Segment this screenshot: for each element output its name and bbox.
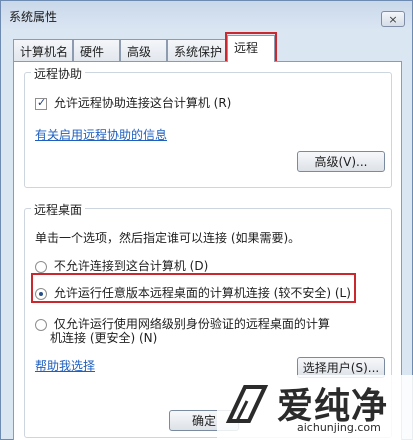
remote-assistance-group: 远程协助 允许远程协助连接这台计算机 (R) 有关启用远程协助的信息 高级(V)… [24, 65, 392, 188]
tab-remote[interactable]: 远程 [227, 35, 275, 62]
allow-nla-label-line2: 机连接 (更安全) (N) [50, 331, 158, 345]
allow-remote-assistance-checkbox[interactable] [35, 96, 47, 110]
close-button[interactable]: × [381, 11, 405, 27]
system-properties-dialog: 系统属性 × 计算机名 硬件 高级 系统保护 远程 远程协助 允许远程协助连接这… [0, 0, 413, 440]
title-bar: 系统属性 × [1, 1, 412, 31]
remote-desktop-instruction: 单击一个选项，然后指定谁可以连接 (如果需要)。 [35, 231, 301, 245]
watermark: 爱纯净 aichunjing.com [217, 375, 413, 440]
watermark-logo-icon [225, 385, 269, 423]
allow-nla-radio[interactable] [35, 318, 47, 331]
remote-desktop-title: 远程桌面 [31, 201, 86, 218]
watermark-url: aichunjing.com [297, 421, 381, 434]
deny-connections-radio[interactable] [35, 260, 47, 273]
allow-remote-assistance-label: 允许远程协助连接这台计算机 (R) [53, 96, 232, 110]
help-me-choose-link[interactable]: 帮助我选择 [35, 357, 95, 374]
tab-system-protection[interactable]: 系统保护 [167, 39, 227, 61]
deny-connections-label: 不允许连接到这台计算机 (D) [53, 259, 209, 273]
option-deny-connections[interactable]: 不允许连接到这台计算机 (D) [35, 257, 208, 274]
advanced-button[interactable]: 高级(V)... [297, 151, 385, 172]
remote-assistance-title: 远程协助 [31, 65, 86, 82]
close-icon: × [388, 12, 398, 26]
tab-computer-name[interactable]: 计算机名 [13, 39, 73, 61]
tab-hardware[interactable]: 硬件 [73, 39, 120, 61]
remote-assistance-info-link[interactable]: 有关启用远程协助的信息 [35, 126, 167, 143]
window-title: 系统属性 [9, 10, 58, 24]
option-highlight-box [31, 273, 356, 303]
allow-remote-assistance-row[interactable]: 允许远程协助连接这台计算机 (R) [35, 94, 231, 111]
tab-advanced[interactable]: 高级 [120, 39, 167, 61]
